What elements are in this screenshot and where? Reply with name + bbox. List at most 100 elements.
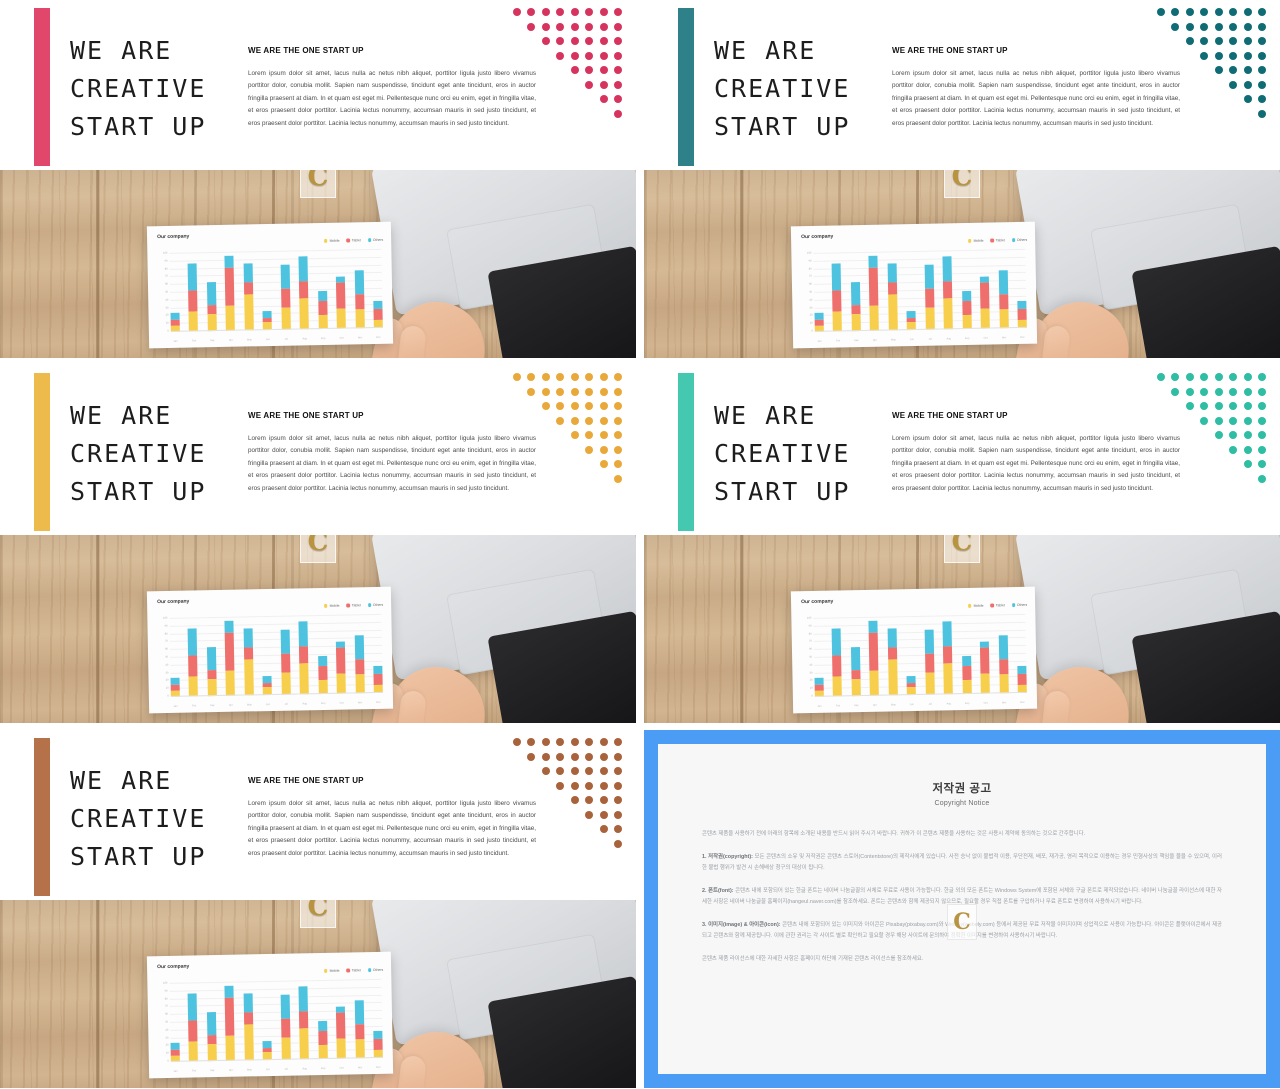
- legend-swatch-icon: [990, 238, 994, 243]
- bar-segment: [373, 1039, 383, 1051]
- slide-panel-4[interactable]: WE ARE CREATIVE START UP WE ARE THE ONE …: [644, 365, 1280, 723]
- copyright-notice-panel[interactable]: 저작권 공고 Copyright Notice 콘텐츠 제품을 사용하기 전에 …: [644, 730, 1280, 1088]
- x-tick-label: Sep: [320, 336, 326, 341]
- dot-icon: [1200, 402, 1208, 410]
- bar: [906, 676, 917, 696]
- dot-icon: [556, 373, 564, 381]
- dot-icon: [614, 474, 622, 483]
- dot-icon: [1156, 373, 1165, 381]
- bar-segment: [206, 1011, 217, 1035]
- bar-segment: [373, 1030, 383, 1040]
- legend-label: Tablet: [351, 238, 361, 243]
- dot-icon: [614, 402, 622, 410]
- y-tick-label: 60: [809, 647, 812, 651]
- copyright-body: 콘텐츠 제품을 사용하기 전에 아래의 항목에 소개된 내용을 반드시 읽어 주…: [702, 829, 1222, 965]
- dot-icon: [556, 752, 564, 761]
- dot-icon: [614, 22, 622, 31]
- chart-plot-area: 0 10 20 30 40 50 60 70 80 90 100: [163, 248, 383, 333]
- dot-row: [506, 37, 622, 52]
- y-tick-label: 90: [808, 259, 812, 263]
- watermark-logo-1: C: [300, 170, 336, 198]
- bar: [924, 264, 935, 330]
- subtitle-1: WE ARE THE ONE START UP: [248, 46, 364, 55]
- dot-icon: [556, 402, 564, 410]
- dot-icon: [599, 738, 608, 746]
- slide-panel-5[interactable]: WE ARE CREATIVE START UP WE ARE THE ONE …: [0, 730, 636, 1088]
- dot-icon: [614, 109, 622, 118]
- dot-icon: [614, 387, 622, 396]
- dot-icon: [614, 445, 622, 454]
- x-tick-labels: Jan Feb Mar Apr May Jun Jul Aug Sep Oct Nov Dec: [171, 701, 383, 708]
- dot-icon: [541, 8, 550, 16]
- slide-panel-3[interactable]: WE ARE CREATIVE START UP WE ARE THE ONE …: [0, 365, 636, 723]
- slide-grid: WE ARE CREATIVE START UP WE ARE THE ONE …: [0, 0, 1280, 1089]
- x-tick-label: Jan: [817, 704, 822, 708]
- dot-icon: [1229, 445, 1237, 454]
- bar: [317, 1020, 328, 1060]
- dot-row: [1150, 373, 1266, 388]
- bar: [832, 263, 843, 332]
- dot-icon: [585, 22, 593, 31]
- dot-icon: [1200, 416, 1208, 425]
- bar-segment: [924, 654, 935, 673]
- bar-segment: [869, 267, 879, 306]
- dot-row: [1150, 474, 1266, 490]
- y-tick-label: 30: [165, 306, 169, 310]
- bar-segment: [299, 298, 310, 330]
- bar-segment: [354, 1000, 364, 1025]
- chart-title: Our company: [157, 233, 190, 241]
- bar-segment: [851, 678, 861, 697]
- dot-icon: [614, 416, 622, 425]
- dot-icon: [614, 738, 622, 746]
- dot-icon: [599, 22, 608, 31]
- dot-icon: [1185, 373, 1194, 381]
- bar-segment: [832, 311, 843, 332]
- bar-segment: [243, 993, 253, 1013]
- bar-segment: [243, 646, 253, 660]
- bar-segment: [207, 669, 217, 680]
- bar-segment: [188, 263, 198, 291]
- dot-triangle-2: [1150, 8, 1266, 124]
- chart-plot-area: 0 10 20 30 40 50 60 70 80 90 100: [807, 613, 1027, 698]
- dot-icon: [614, 796, 622, 804]
- bar-segment: [943, 280, 953, 299]
- dot-icon: [1229, 37, 1237, 45]
- bar-segment: [354, 1024, 365, 1040]
- legend-swatch-icon: [367, 968, 371, 972]
- accent-bar-3: [34, 373, 50, 531]
- dot-icon: [614, 51, 622, 60]
- legend-swatch-icon: [324, 604, 328, 608]
- y-tick-label: 90: [808, 624, 812, 628]
- dot-row: [506, 95, 622, 110]
- y-tick-label: 10: [809, 686, 813, 690]
- dot-icon: [1229, 416, 1237, 425]
- dot-icon: [599, 80, 608, 89]
- bar-segment: [298, 621, 309, 647]
- slide-panel-1[interactable]: WE ARE CREATIVE START UP WE ARE THE ONE …: [0, 0, 636, 358]
- dot-icon: [1185, 22, 1194, 31]
- x-tick-label: Jan: [817, 339, 822, 343]
- dot-icon: [570, 752, 579, 761]
- bar-segment: [942, 256, 953, 282]
- dot-icon: [570, 416, 579, 425]
- x-tick-label: May: [890, 338, 896, 342]
- y-tick-label: 100: [163, 251, 168, 255]
- dot-icon: [570, 373, 579, 381]
- dot-row: [506, 80, 622, 96]
- bar-segment: [317, 665, 328, 681]
- dot-icon: [585, 402, 593, 410]
- headline-1: WE ARE CREATIVE START UP: [70, 36, 207, 141]
- x-tick-label: Aug: [302, 702, 307, 706]
- bar: [280, 629, 291, 695]
- bar: [188, 993, 199, 1062]
- bar: [850, 646, 861, 697]
- bar-segment: [373, 665, 383, 675]
- slide-panel-2[interactable]: WE ARE CREATIVE START UP WE ARE THE ONE …: [644, 0, 1280, 358]
- dot-icon: [599, 95, 608, 103]
- bar: [961, 290, 972, 330]
- y-tick-label: 10: [165, 686, 169, 690]
- subtitle-4: WE ARE THE ONE START UP: [892, 411, 1008, 420]
- bar-segment: [998, 635, 1008, 660]
- y-tick-label: 90: [164, 259, 168, 263]
- legend-item: Others: [1011, 603, 1027, 607]
